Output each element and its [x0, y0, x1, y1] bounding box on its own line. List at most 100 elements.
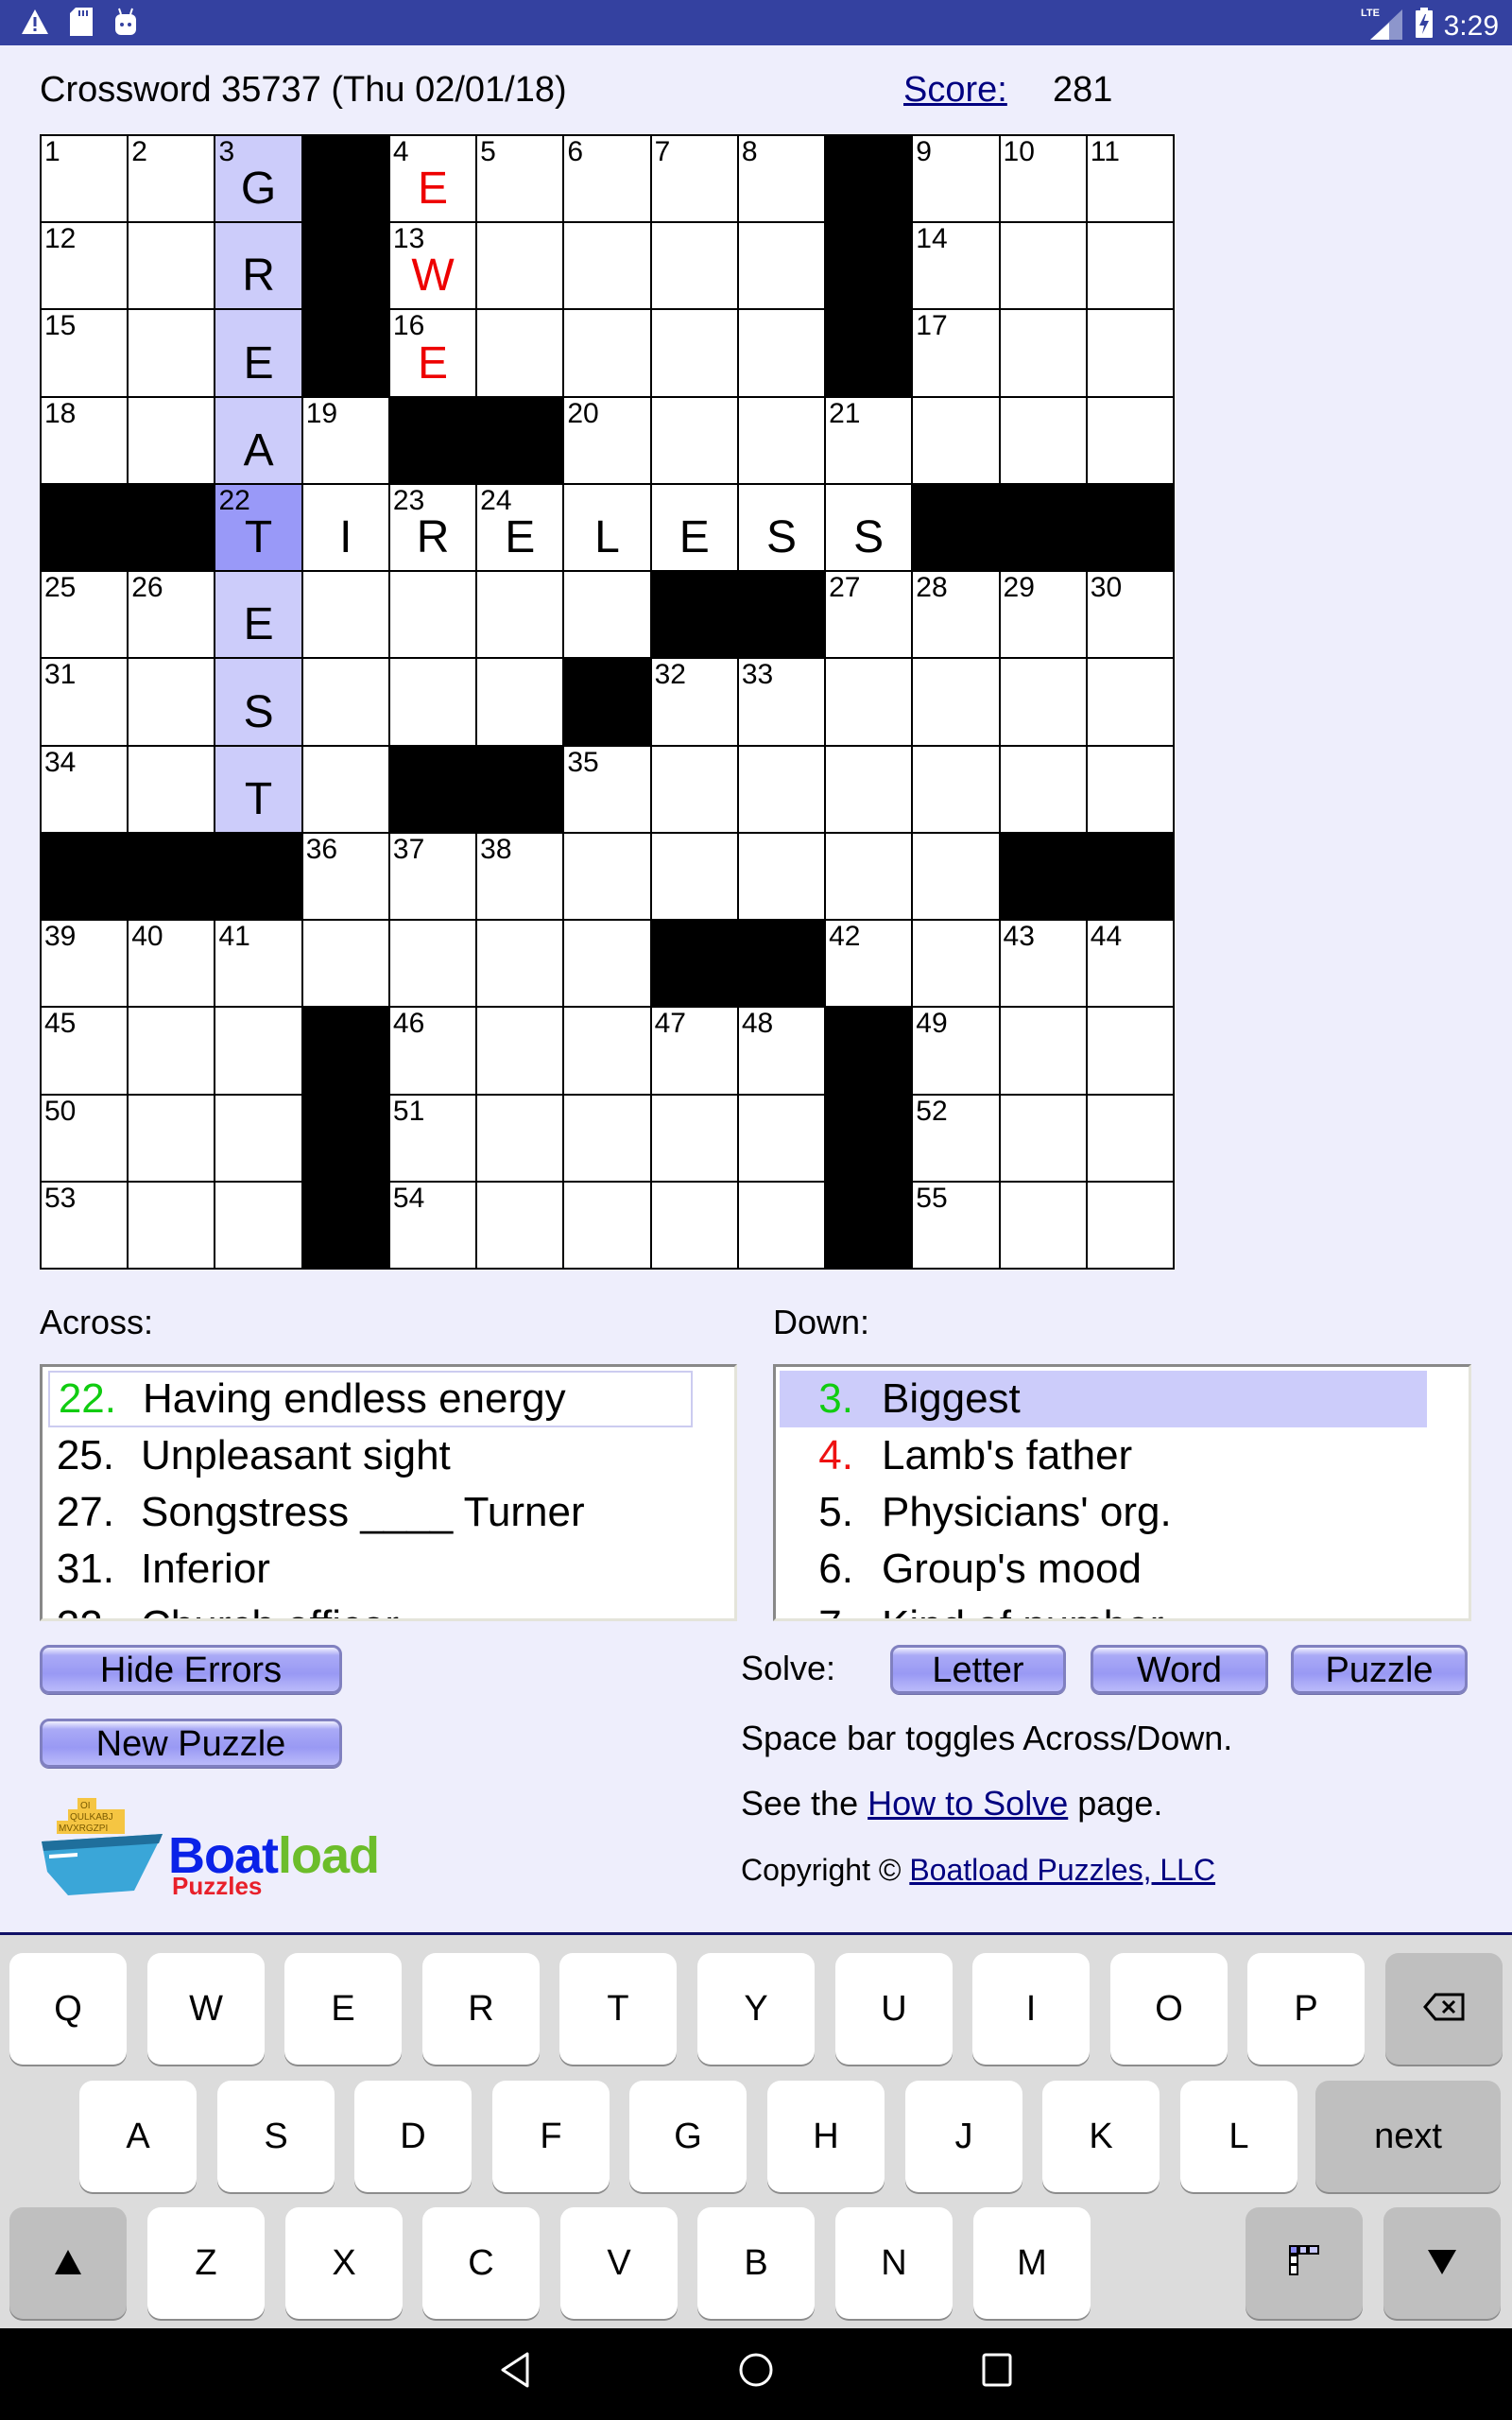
grid-cell[interactable] [1000, 1095, 1086, 1181]
grid-cell[interactable]: 28 [913, 572, 999, 658]
grid-cell[interactable] [1000, 1182, 1086, 1268]
key-x[interactable]: X [285, 2207, 403, 2319]
grid-cell[interactable] [564, 1095, 650, 1181]
grid-cell[interactable]: 1 [42, 136, 128, 222]
grid-cell[interactable] [826, 659, 912, 745]
score-link[interactable]: Score: [903, 70, 1007, 111]
across-clue-item[interactable]: 32. Church officer [48, 1598, 734, 1618]
grid-cell[interactable]: 40 [129, 921, 215, 1007]
grid-cell[interactable] [477, 921, 563, 1007]
grid-cell[interactable]: 14 [913, 223, 999, 309]
key-t[interactable]: T [559, 1953, 677, 2065]
key-u[interactable]: U [835, 1953, 953, 2065]
home-icon[interactable] [737, 2351, 775, 2394]
grid-cell[interactable] [913, 397, 999, 483]
grid-cell[interactable] [215, 1182, 301, 1268]
grid-cell[interactable]: 55 [913, 1182, 999, 1268]
grid-cell[interactable] [826, 833, 912, 920]
grid-cell[interactable] [1000, 746, 1086, 832]
grid-cell[interactable] [738, 1182, 825, 1268]
grid-cell[interactable]: A [215, 397, 301, 483]
grid-cell[interactable] [129, 1008, 215, 1094]
grid-cell[interactable] [913, 746, 999, 832]
down-clue-list[interactable]: 3. Biggest 4. Lamb's father 5. Physicians' or… [773, 1364, 1471, 1621]
grid-cell[interactable] [1000, 310, 1086, 396]
key-z[interactable]: Z [147, 2207, 265, 2319]
grid-cell[interactable]: 46 [389, 1008, 476, 1094]
key-f[interactable]: F [492, 2081, 610, 2192]
grid-cell[interactable] [129, 223, 215, 309]
recents-icon[interactable] [981, 2351, 1013, 2394]
key-n[interactable]: N [835, 2207, 953, 2319]
grid-cell[interactable] [129, 397, 215, 483]
grid-cell[interactable]: 38 [477, 833, 563, 920]
grid-cell[interactable] [1000, 397, 1086, 483]
key-q[interactable]: Q [9, 1953, 127, 2065]
grid-cell[interactable]: 44 [1087, 921, 1173, 1007]
grid-cell[interactable]: 45 [42, 1008, 128, 1094]
grid-cell[interactable]: E [651, 484, 737, 571]
across-clue-item[interactable]: 25. Unpleasant sight [48, 1427, 734, 1484]
key-y[interactable]: Y [697, 1953, 815, 2065]
shift-up-key[interactable] [9, 2207, 127, 2319]
grid-cell[interactable]: S [738, 484, 825, 571]
grid-cell[interactable]: 47 [651, 1008, 737, 1094]
grid-cell[interactable] [1000, 659, 1086, 745]
key-g[interactable]: G [629, 2081, 747, 2192]
grid-cell[interactable]: 12 [42, 223, 128, 309]
grid-cell[interactable]: 18 [42, 397, 128, 483]
grid-cell[interactable]: 6 [564, 136, 650, 222]
grid-cell[interactable] [738, 746, 825, 832]
grid-cell[interactable] [389, 659, 476, 745]
grid-cell[interactable]: 20 [564, 397, 650, 483]
grid-cell[interactable]: S [215, 659, 301, 745]
grid-cell[interactable]: R [215, 223, 301, 309]
grid-cell[interactable]: 16 E [389, 310, 476, 396]
key-o[interactable]: O [1110, 1953, 1228, 2065]
down-clue-item[interactable]: 6. Group's mood [780, 1541, 1469, 1598]
grid-cell[interactable]: 27 [826, 572, 912, 658]
grid-cell[interactable] [564, 310, 650, 396]
grid-cell[interactable] [129, 1182, 215, 1268]
grid-cell[interactable] [302, 572, 388, 658]
grid-cell[interactable]: I [302, 484, 388, 571]
grid-cell[interactable]: 10 [1000, 136, 1086, 222]
grid-cell[interactable]: 7 [651, 136, 737, 222]
company-link[interactable]: Boatload Puzzles, LLC [909, 1853, 1215, 1887]
next-key[interactable]: next [1315, 2081, 1501, 2192]
grid-cell[interactable]: 26 [129, 572, 215, 658]
grid-cell[interactable]: 51 [389, 1095, 476, 1181]
solve-letter-button[interactable]: Letter [890, 1645, 1066, 1694]
grid-cell[interactable] [651, 397, 737, 483]
grid-cell[interactable] [129, 659, 215, 745]
grid-cell[interactable]: 25 [42, 572, 128, 658]
grid-cell[interactable]: 48 [738, 1008, 825, 1094]
key-b[interactable]: B [697, 2207, 815, 2319]
grid-cell[interactable]: 3G [215, 136, 301, 222]
down-clue-item[interactable]: 7. Kind of number [780, 1598, 1469, 1618]
grid-cell[interactable]: 53 [42, 1182, 128, 1268]
grid-cell[interactable] [564, 1008, 650, 1094]
grid-cell[interactable]: 36 [302, 833, 388, 920]
grid-cell[interactable] [1087, 223, 1173, 309]
new-puzzle-button[interactable]: New Puzzle [40, 1719, 342, 1768]
grid-cell[interactable]: 54 [389, 1182, 476, 1268]
key-c[interactable]: C [422, 2207, 540, 2319]
grid-cell[interactable]: 17 [913, 310, 999, 396]
key-h[interactable]: H [767, 2081, 885, 2192]
grid-cell[interactable] [738, 223, 825, 309]
key-w[interactable]: W [147, 1953, 265, 2065]
grid-cell[interactable]: 37 [389, 833, 476, 920]
grid-cell[interactable]: 5 [477, 136, 563, 222]
grid-cell[interactable] [129, 1095, 215, 1181]
grid-cell[interactable]: 24 E [477, 484, 563, 571]
grid-cell[interactable]: 15 [42, 310, 128, 396]
grid-cell[interactable]: 43 [1000, 921, 1086, 1007]
grid-cell[interactable] [302, 746, 388, 832]
grid-cell[interactable]: 50 [42, 1095, 128, 1181]
across-clue-item[interactable]: 27. Songstress ____ Turner [48, 1484, 734, 1541]
grid-cell[interactable]: 52 [913, 1095, 999, 1181]
grid-cell[interactable] [1087, 1182, 1173, 1268]
grid-cell[interactable] [826, 746, 912, 832]
grid-cell[interactable] [564, 572, 650, 658]
